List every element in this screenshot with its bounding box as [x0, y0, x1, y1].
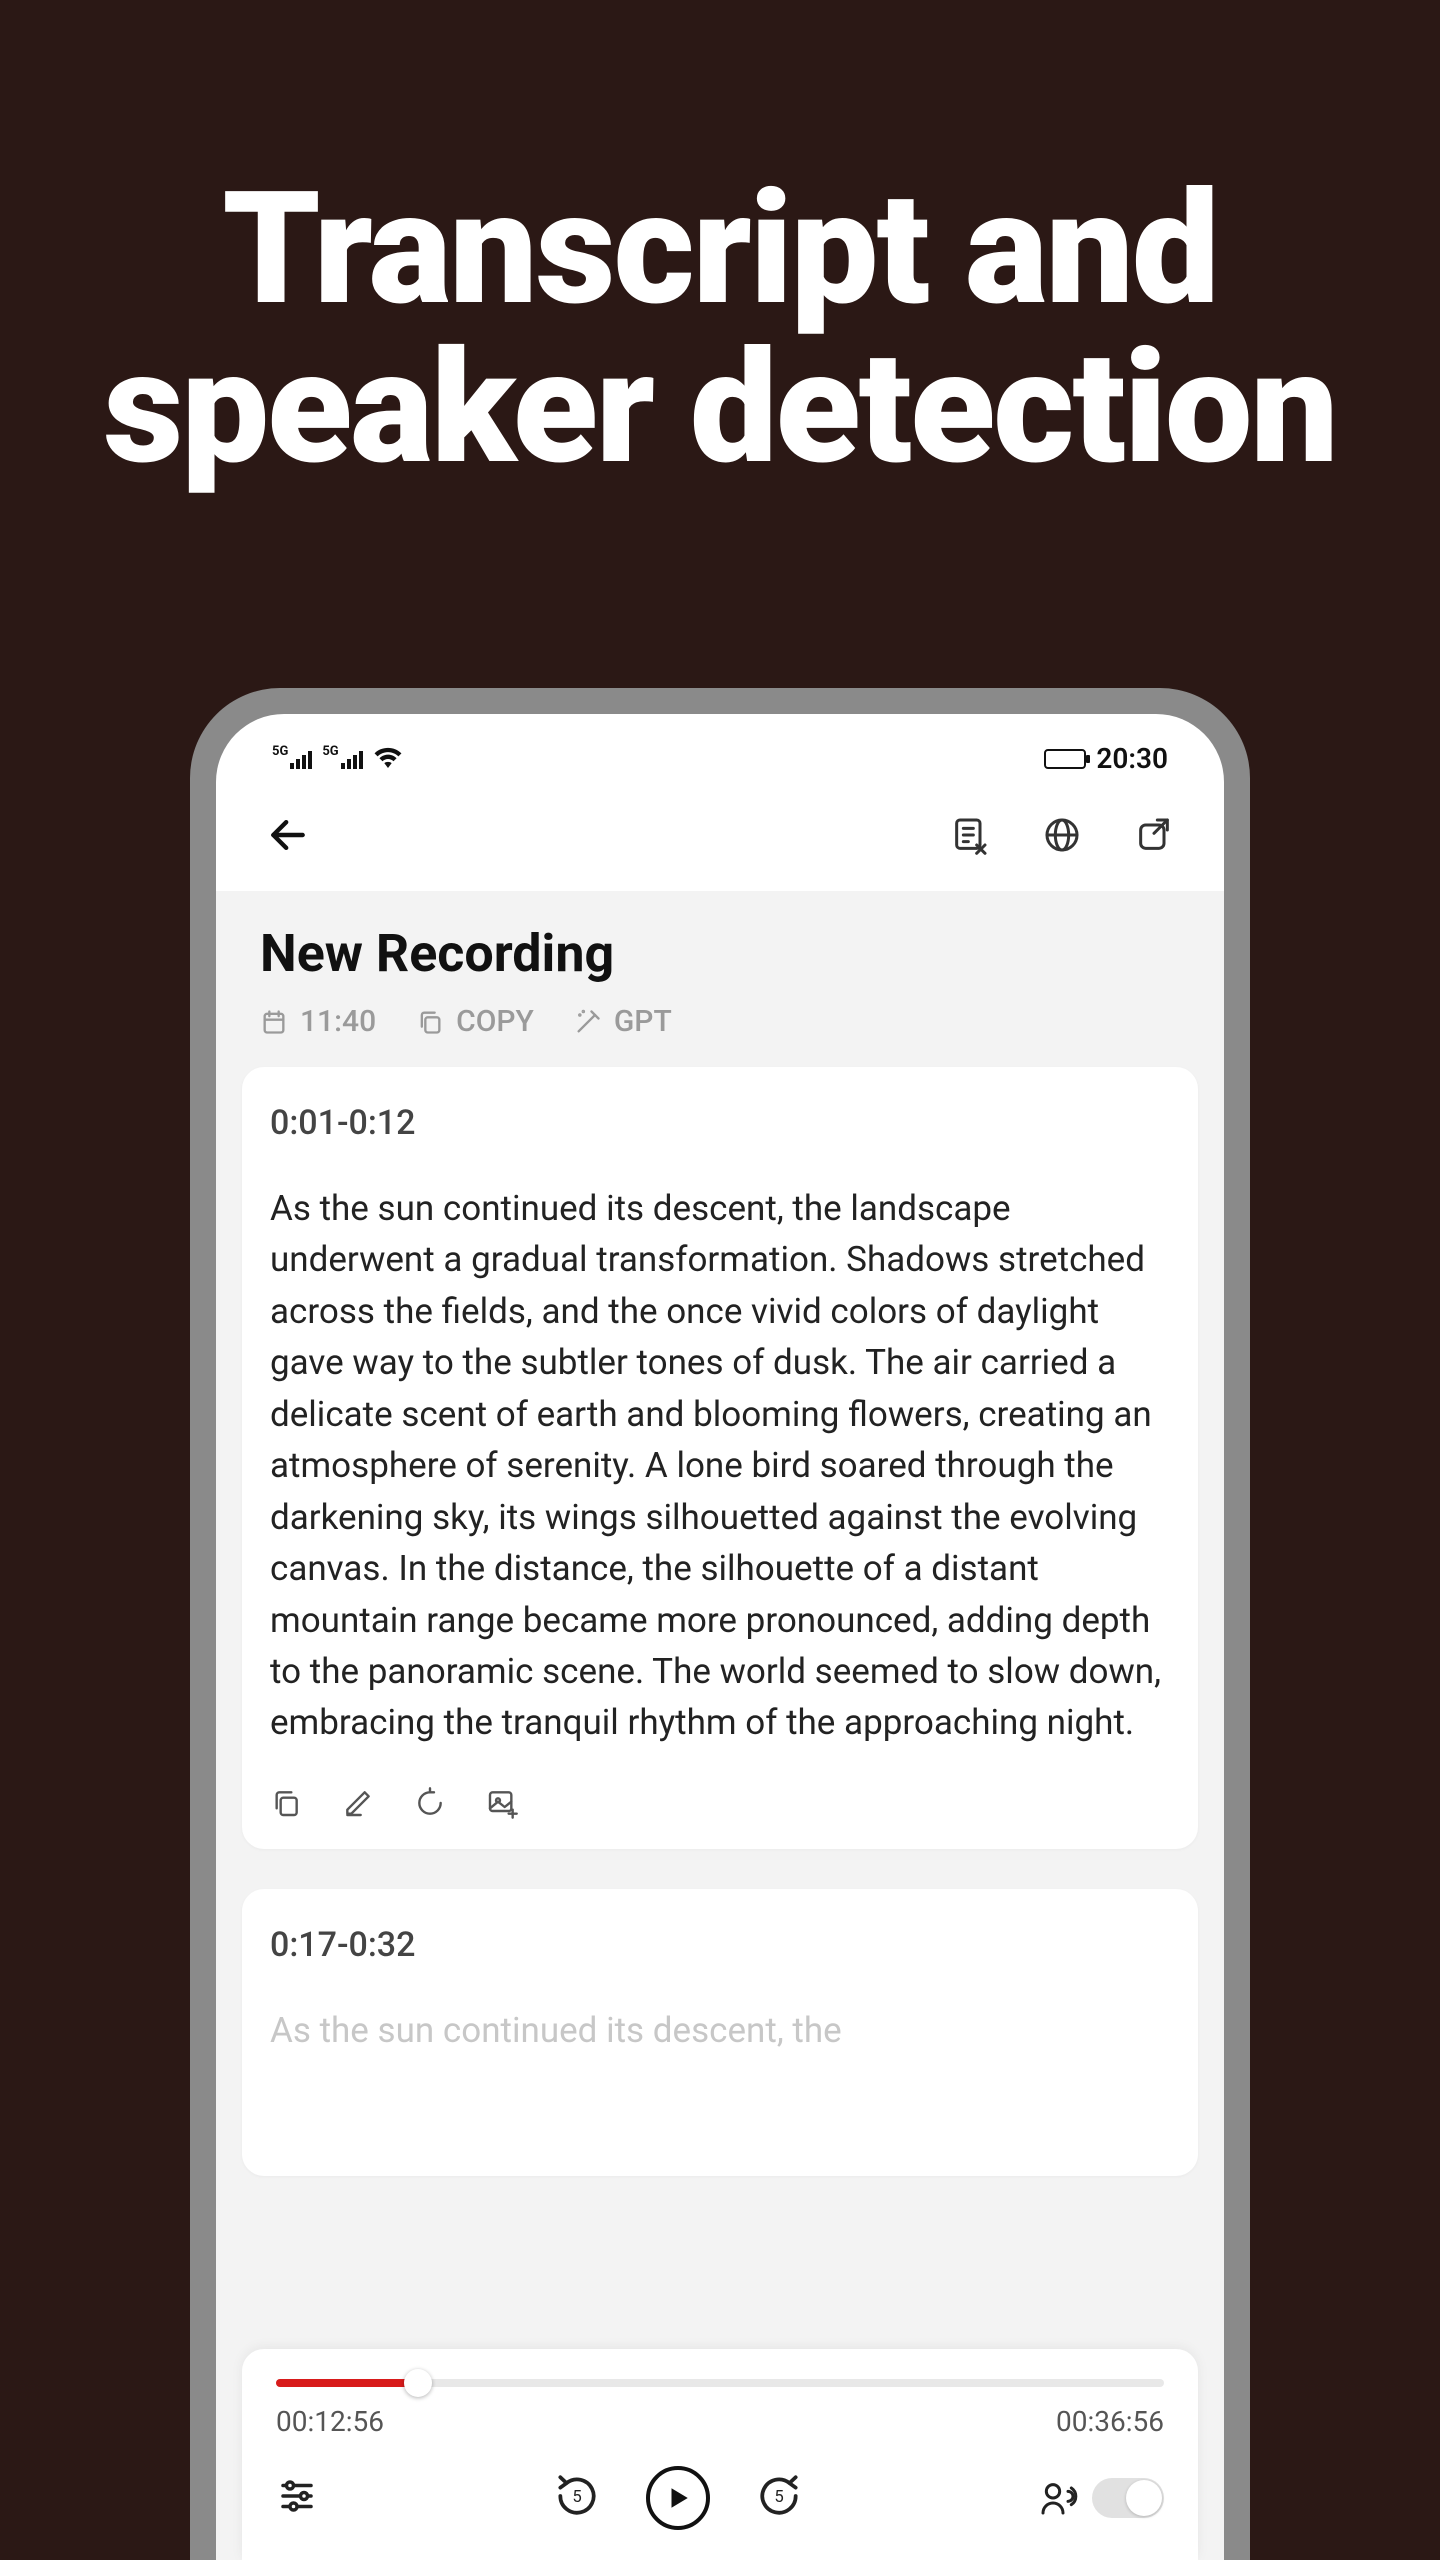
segment-timestamp: 0:17-0:32	[270, 1925, 1170, 1965]
gpt-label: GPT	[614, 1004, 672, 1039]
progress-thumb[interactable]	[404, 2369, 432, 2397]
globe-icon[interactable]	[1042, 815, 1082, 855]
progress-track[interactable]	[276, 2379, 1164, 2387]
speaker-toggle[interactable]	[1038, 2478, 1164, 2518]
signal-1-icon: 5G	[272, 749, 312, 769]
recording-title: New Recording	[242, 919, 1198, 984]
svg-text:5: 5	[572, 2488, 581, 2507]
player-bar: 00:12:56 00:36:56 5	[242, 2349, 1198, 2560]
skip-back-button[interactable]: 5	[552, 2471, 602, 2525]
segment-text-cut: As the sun continued its descent, the	[270, 2005, 1170, 2056]
gpt-button[interactable]: GPT	[574, 1004, 672, 1039]
refresh-segment-icon[interactable]	[414, 1787, 446, 1819]
hero-line-1: Transcript and	[0, 170, 1440, 329]
skip-forward-button[interactable]: 5	[754, 2471, 804, 2525]
copy-label: COPY	[456, 1004, 534, 1039]
share-icon[interactable]	[1134, 815, 1174, 855]
recording-time-value: 11:40	[300, 1004, 376, 1039]
svg-text:5: 5	[774, 2488, 783, 2507]
battery-icon	[1044, 749, 1086, 769]
hero-line-2: speaker detection	[0, 329, 1440, 488]
transcript-segment: 0:17-0:32 As the sun continued its desce…	[242, 1889, 1198, 2176]
recording-time: 11:40	[260, 1004, 376, 1039]
content-area: New Recording 11:40 COPY GPT 0:01-0:12	[216, 891, 1224, 2560]
signal-2-icon: 5G	[322, 749, 362, 769]
settings-icon[interactable]	[276, 2475, 318, 2521]
app-bar	[216, 785, 1224, 891]
toggle-switch[interactable]	[1092, 2478, 1164, 2518]
total-time: 00:36:56	[1056, 2405, 1164, 2438]
status-left: 5G 5G	[272, 742, 403, 775]
phone-frame: 5G 5G 20:30	[190, 688, 1250, 2560]
transcript-segment: 0:01-0:12 As the sun continued its desce…	[242, 1067, 1198, 1849]
status-right: 20:30	[1044, 742, 1168, 775]
time-row: 00:12:56 00:36:56	[276, 2405, 1164, 2438]
player-controls: 5 5	[276, 2466, 1164, 2530]
play-button[interactable]	[646, 2466, 710, 2530]
status-bar: 5G 5G 20:30	[216, 714, 1224, 785]
image-segment-icon[interactable]	[486, 1787, 518, 1819]
segment-actions	[270, 1787, 1170, 1819]
segment-timestamp: 0:01-0:12	[270, 1103, 1170, 1143]
progress-fill	[276, 2379, 418, 2387]
copy-segment-icon[interactable]	[270, 1787, 302, 1819]
document-delete-icon[interactable]	[950, 815, 990, 855]
status-time: 20:30	[1096, 742, 1168, 775]
wifi-icon	[373, 742, 403, 775]
elapsed-time: 00:12:56	[276, 2405, 384, 2438]
copy-button[interactable]: COPY	[416, 1004, 534, 1039]
segment-text: As the sun continued its descent, the la…	[270, 1183, 1170, 1749]
phone-screen: 5G 5G 20:30	[216, 714, 1224, 2560]
back-button[interactable]	[266, 813, 310, 857]
hero-heading: Transcript and speaker detection	[0, 0, 1440, 488]
edit-segment-icon[interactable]	[342, 1787, 374, 1819]
recording-meta: 11:40 COPY GPT	[242, 984, 1198, 1067]
